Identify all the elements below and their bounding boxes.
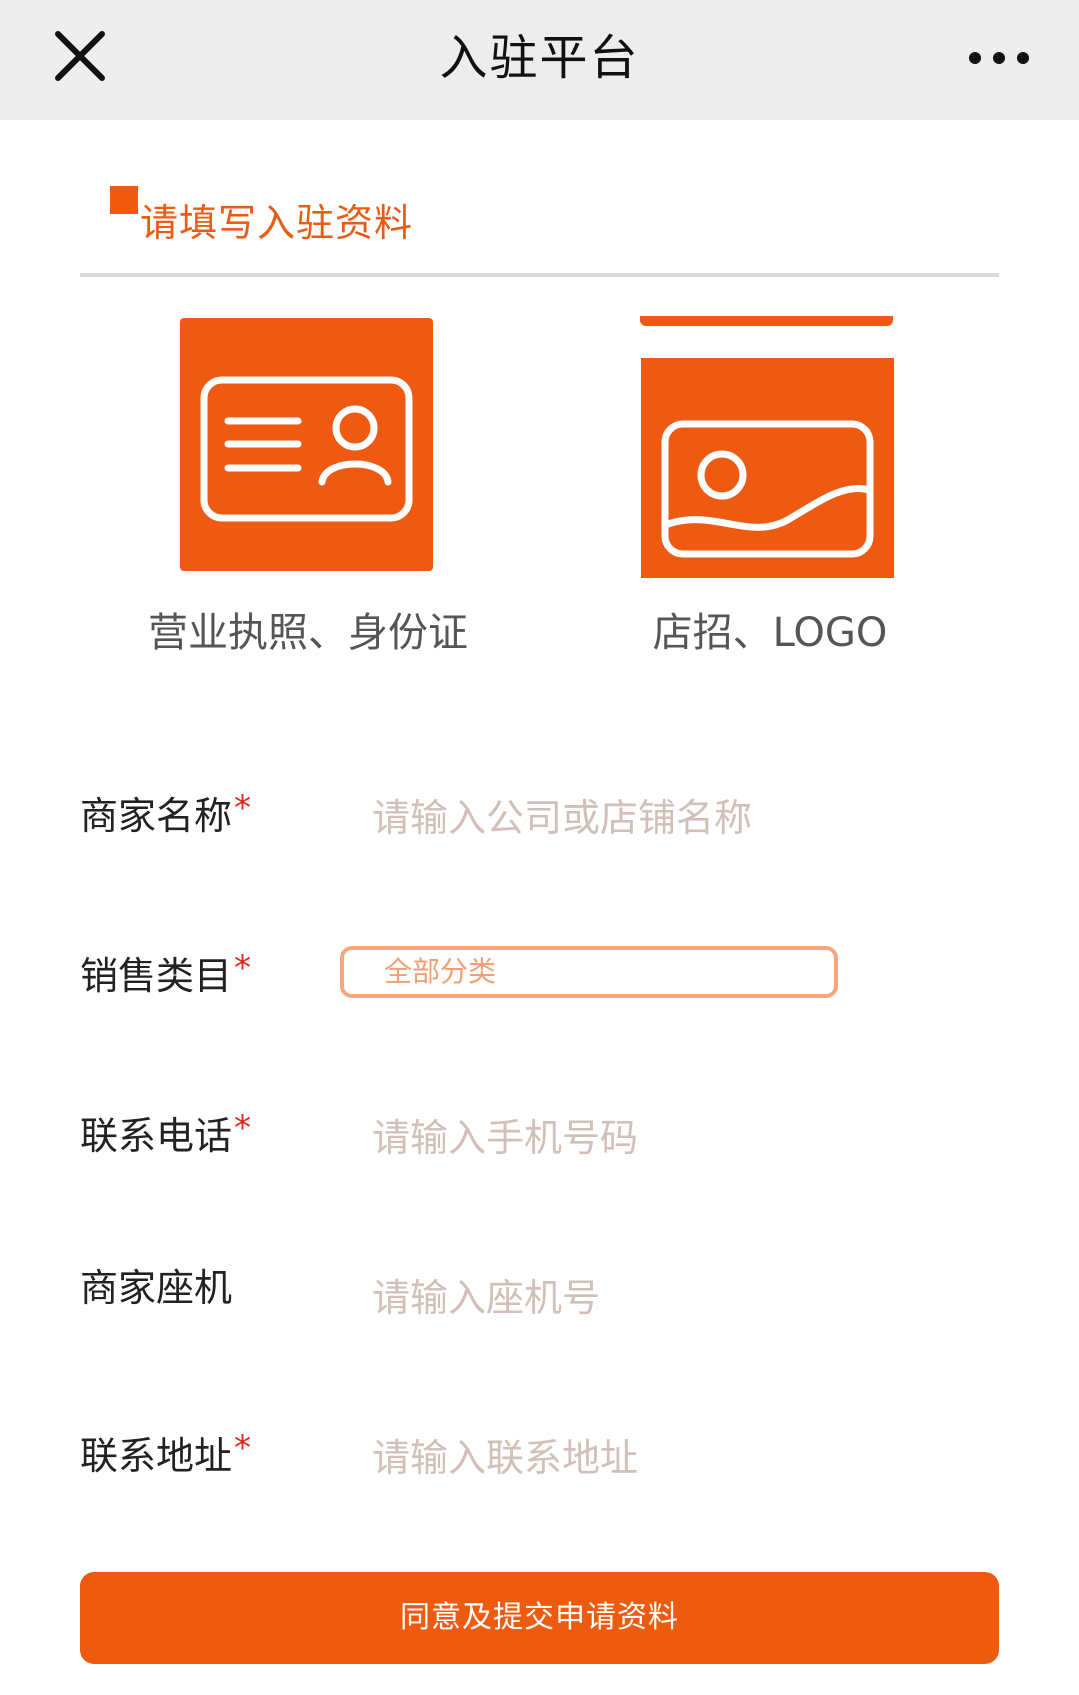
image-icon [661, 420, 874, 558]
submit-application-button[interactable]: 同意及提交申请资料 [80, 1572, 999, 1664]
field-row-address: 联系地址* [80, 1418, 999, 1508]
merchant-name-input[interactable] [360, 788, 980, 848]
upload-license-id[interactable]: 营业执照、身份证 [140, 318, 480, 658]
close-icon[interactable] [52, 28, 108, 84]
landline-label: 商家座机 [80, 1258, 232, 1318]
upload-logo-label: 店招、LOGO [652, 610, 888, 656]
upload-logo-top-bar [640, 316, 893, 326]
field-row-merchant-name: 商家名称* [80, 778, 999, 868]
required-mark: * [234, 1108, 252, 1148]
nav-bar: 入驻平台 [0, 0, 1079, 120]
upload-sign-logo[interactable]: 店招、LOGO [600, 358, 940, 658]
field-row-category: 销售类目* 全部分类 [80, 938, 999, 1028]
more-dots-icon[interactable] [967, 30, 1031, 86]
section-title: 请填写入驻资料 [140, 201, 414, 245]
phone-label: 联系电话* [80, 1098, 251, 1166]
category-label-text: 销售类目 [80, 954, 233, 998]
field-row-phone: 联系电话* [80, 1098, 999, 1188]
phone-label-text: 联系电话 [80, 1114, 233, 1158]
required-mark: * [234, 948, 252, 988]
merchant-name-label-text: 商家名称 [80, 794, 233, 838]
upload-license-box [180, 318, 433, 571]
category-label: 销售类目* [80, 938, 251, 1006]
phone-input[interactable] [360, 1108, 980, 1168]
address-input[interactable] [360, 1428, 980, 1488]
section-marker [110, 186, 138, 214]
section-divider [80, 273, 999, 277]
address-label: 联系地址* [80, 1418, 251, 1486]
landline-label-text: 商家座机 [80, 1266, 233, 1310]
upload-license-label: 营业执照、身份证 [148, 610, 468, 656]
upload-logo-box [641, 358, 894, 578]
category-selected-value: 全部分类 [384, 955, 497, 988]
required-mark: * [234, 1428, 252, 1468]
page-title: 入驻平台 [439, 30, 640, 86]
field-row-landline: 商家座机 [80, 1258, 999, 1348]
landline-input[interactable] [360, 1268, 980, 1328]
address-label-text: 联系地址 [80, 1434, 233, 1478]
merchant-name-label: 商家名称* [80, 778, 251, 846]
merchant-onboarding-page: 入驻平台 请填写入驻资料 营业执照、身份证 店招、LOGO 商家名称* 请输入公… [0, 0, 1079, 1695]
category-select[interactable]: 全部分类 [340, 946, 838, 998]
id-card-icon [200, 376, 413, 522]
required-mark: * [234, 788, 252, 828]
